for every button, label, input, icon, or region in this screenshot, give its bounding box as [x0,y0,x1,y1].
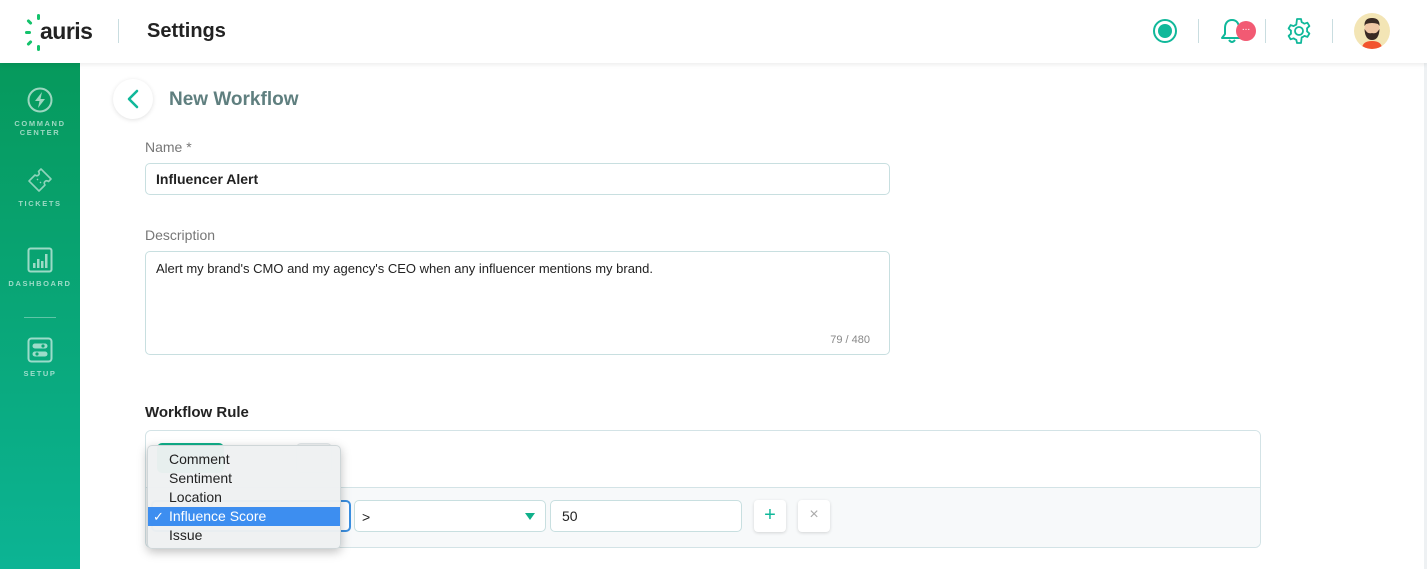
operator-select[interactable]: > [354,500,546,532]
bar-chart-icon [27,247,53,273]
gear-icon[interactable] [1286,18,1312,44]
add-condition-button[interactable]: + [754,500,786,532]
avatar-face-icon [1362,18,1382,49]
user-avatar[interactable] [1354,13,1390,49]
sidebar-item-tickets[interactable]: TICKETS [0,167,80,208]
sidebar-label: DASHBOARD [8,279,72,288]
description-text: Alert my brand's CMO and my agency's CEO… [156,261,654,276]
logo-text: auris [40,18,93,44]
name-label: Name * [145,139,192,155]
chevron-left-icon [127,89,139,109]
dropdown-option-influence-score[interactable]: ✓ Influence Score [148,507,340,526]
close-icon: × [809,506,819,523]
sidebar-item-command-center[interactable]: COMMAND CENTER [0,87,80,137]
sidebar-divider [24,317,56,318]
remove-condition-button[interactable]: × [798,500,830,532]
sidebar: COMMAND CENTER TICKETS DASHBOARD SETUP [0,63,80,569]
divider [1198,19,1199,43]
caret-down-icon [525,513,535,520]
workflow-title: New Workflow [169,89,299,110]
dropdown-option-location[interactable]: Location [148,488,340,507]
character-count: 79 / 480 [830,334,870,346]
divider [1332,19,1333,43]
back-button[interactable] [113,79,153,119]
sidebar-label: SETUP [23,369,57,378]
workflow-rule-title: Workflow Rule [145,404,249,421]
plus-icon: + [764,504,776,526]
sidebar-item-setup[interactable]: SETUP [0,337,80,378]
field-dropdown-menu: Comment Sentiment Location ✓ Influence Sc… [147,445,341,549]
top-bar: auris Settings ... [0,0,1427,63]
sidebar-item-dashboard[interactable]: DASHBOARD [0,247,80,288]
dropdown-option-comment[interactable]: Comment [148,450,340,469]
sidebar-label: COMMAND CENTER [14,119,66,137]
divider [118,19,119,43]
sidebar-label: TICKETS [18,199,62,208]
divider [1265,19,1266,43]
status-indicator-icon[interactable] [1153,19,1177,43]
page-title: Settings [147,20,226,42]
ticket-icon [28,168,52,192]
description-label: Description [145,227,216,243]
notification-badge[interactable]: ... [1236,21,1256,41]
operator-value: > [362,509,371,525]
threshold-input[interactable] [550,500,742,532]
dropdown-option-issue[interactable]: Issue [148,526,340,545]
description-textarea[interactable]: Alert my brand's CMO and my agency's CEO… [145,251,890,355]
check-icon: ✓ [153,509,164,524]
name-input[interactable] [145,163,890,195]
dropdown-option-sentiment[interactable]: Sentiment [148,469,340,488]
lightning-icon [27,87,53,113]
toggles-icon [27,337,53,363]
